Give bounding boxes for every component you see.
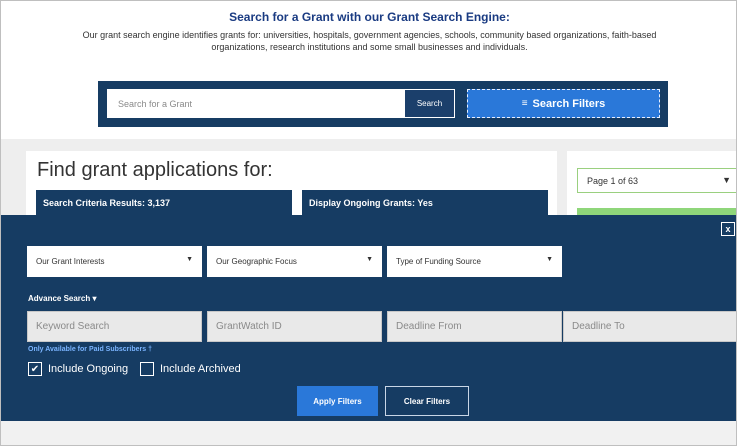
keyword-search-input[interactable]: [27, 311, 202, 342]
pagination-panel: Page 1 of 63 ▼: [567, 151, 736, 219]
chevron-down-icon: ▼: [186, 256, 193, 263]
chevron-down-icon: ▼: [546, 256, 553, 263]
advance-search-toggle[interactable]: Advance Search ▾: [28, 294, 97, 303]
deadline-from-input[interactable]: [387, 311, 562, 342]
page-select[interactable]: Page 1 of 63 ▼: [577, 168, 736, 193]
filter-panel: x Our Grant Interests ▼ Our Geographic F…: [1, 215, 736, 421]
apply-filters-button[interactable]: Apply Filters: [297, 386, 378, 416]
paid-subscribers-note: Only Available for Paid Subscribers †: [28, 346, 152, 353]
deadline-to-input[interactable]: [563, 311, 736, 342]
include-archived-option[interactable]: Include Archived: [140, 361, 241, 377]
results-heading: Find grant applications for:: [37, 159, 273, 181]
include-ongoing-checkbox[interactable]: ✔: [28, 362, 42, 376]
funding-source-select[interactable]: Type of Funding Source ▼: [387, 246, 562, 277]
sliders-icon: ≡: [521, 98, 528, 109]
geographic-focus-select[interactable]: Our Geographic Focus ▼: [207, 246, 382, 277]
results-card: Find grant applications for: Search Crit…: [26, 151, 557, 219]
search-button[interactable]: Search: [404, 89, 455, 118]
chevron-down-icon: ▼: [366, 256, 373, 263]
page: Search for a Grant with our Grant Search…: [0, 0, 737, 446]
search-filters-label: Search Filters: [532, 97, 606, 110]
include-archived-label: Include Archived: [160, 363, 241, 375]
search-input[interactable]: [107, 89, 404, 118]
page-select-value: Page 1 of 63: [587, 176, 639, 186]
chevron-down-icon: ▼: [722, 175, 731, 185]
include-archived-checkbox[interactable]: [140, 362, 154, 376]
include-ongoing-option[interactable]: ✔ Include Ongoing: [28, 361, 128, 377]
page-title: Search for a Grant with our Grant Search…: [229, 10, 510, 24]
search-filters-button[interactable]: ≡ Search Filters: [467, 89, 660, 118]
geographic-focus-label: Our Geographic Focus: [216, 257, 297, 266]
grant-interests-select[interactable]: Our Grant Interests ▼: [27, 246, 202, 277]
page-description: Our grant search engine identifies grant…: [82, 30, 657, 52]
page-footer-area: [1, 421, 736, 445]
grantwatch-id-input[interactable]: [207, 311, 382, 342]
close-icon[interactable]: x: [721, 222, 735, 236]
clear-filters-button[interactable]: Clear Filters: [385, 386, 469, 416]
funding-source-label: Type of Funding Source: [396, 257, 481, 266]
grant-interests-label: Our Grant Interests: [36, 257, 105, 266]
include-ongoing-label: Include Ongoing: [48, 363, 129, 375]
search-bar: Search ≡ Search Filters: [98, 81, 668, 127]
